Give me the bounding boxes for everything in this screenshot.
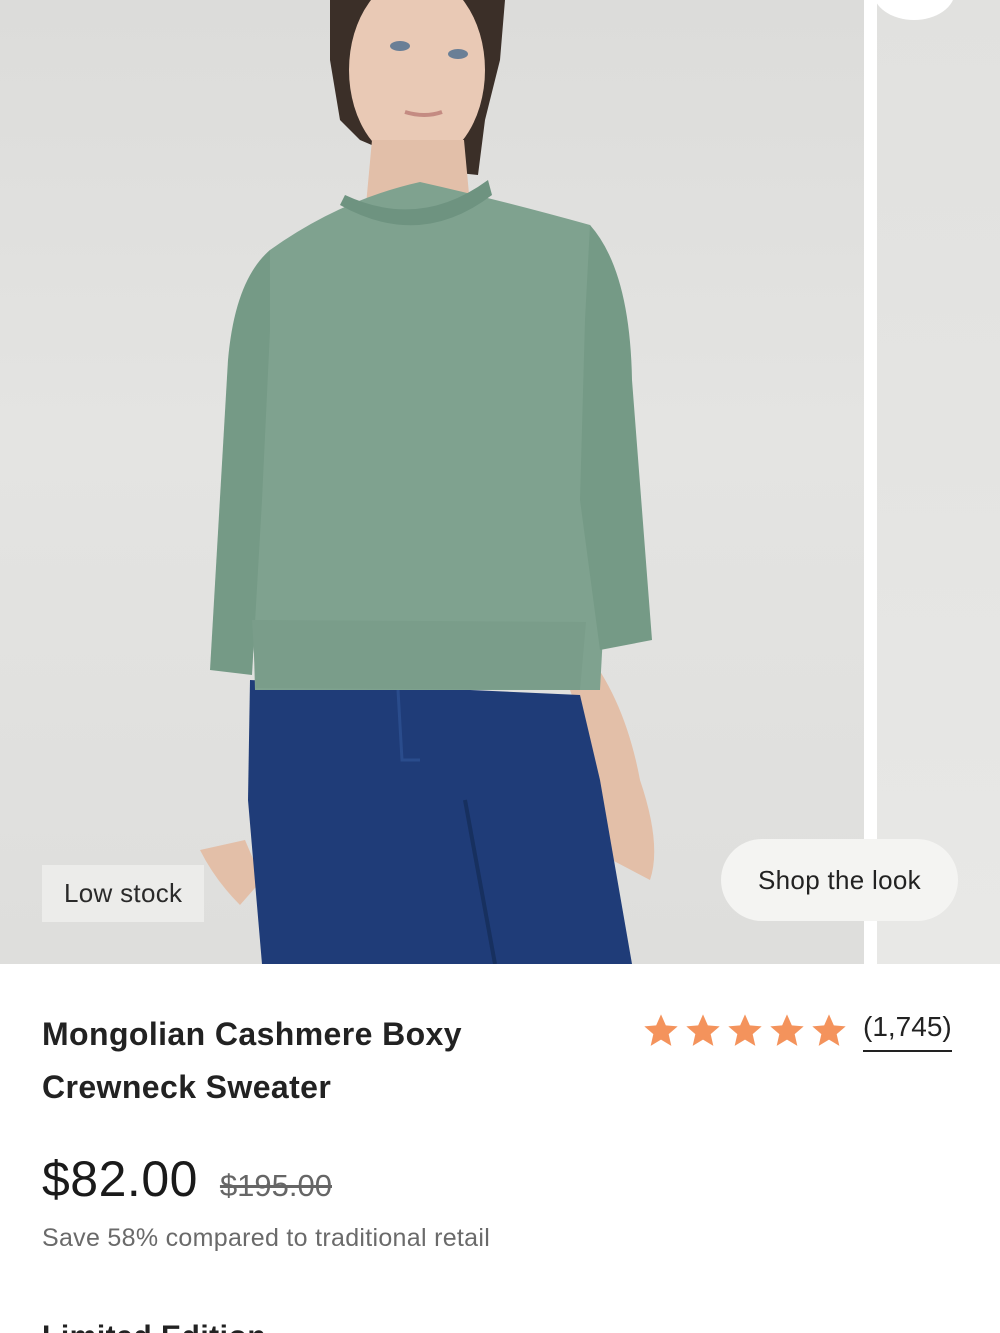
star-icon xyxy=(728,1014,762,1046)
rating-stars xyxy=(641,1011,849,1051)
product-title: Mongolian Cashmere Boxy Crewneck Sweater xyxy=(42,1016,462,1105)
section-heading: Limited Edition xyxy=(42,1320,266,1333)
product-rating[interactable]: (1,745) xyxy=(641,1010,952,1052)
star-icon xyxy=(644,1014,678,1046)
star-icon xyxy=(770,1014,804,1046)
shop-the-look-label: Shop the look xyxy=(758,864,921,895)
low-stock-label: Low stock xyxy=(64,878,183,908)
savings-text: Save 58% compared to traditional retail xyxy=(42,1224,491,1252)
price-row: $82.00 $195.00 xyxy=(42,1150,332,1208)
star-icon xyxy=(686,1014,720,1046)
review-count-link[interactable]: (1,745) xyxy=(863,1010,952,1052)
gallery-control-circle[interactable] xyxy=(877,0,955,20)
star-icon xyxy=(812,1014,846,1046)
product-info: Mongolian Cashmere Boxy Crewneck Sweater… xyxy=(0,964,1000,1333)
shop-the-look-button[interactable]: Shop the look xyxy=(721,839,958,921)
current-price: $82.00 xyxy=(42,1151,198,1207)
product-image-gallery[interactable]: Low stock Shop the look xyxy=(0,0,1000,964)
model-figure xyxy=(200,0,655,964)
product-photo-main[interactable]: Low stock xyxy=(0,0,864,964)
low-stock-badge: Low stock xyxy=(42,865,205,922)
product-photo-next-peek[interactable] xyxy=(877,0,1000,964)
original-price: $195.00 xyxy=(219,1168,332,1203)
